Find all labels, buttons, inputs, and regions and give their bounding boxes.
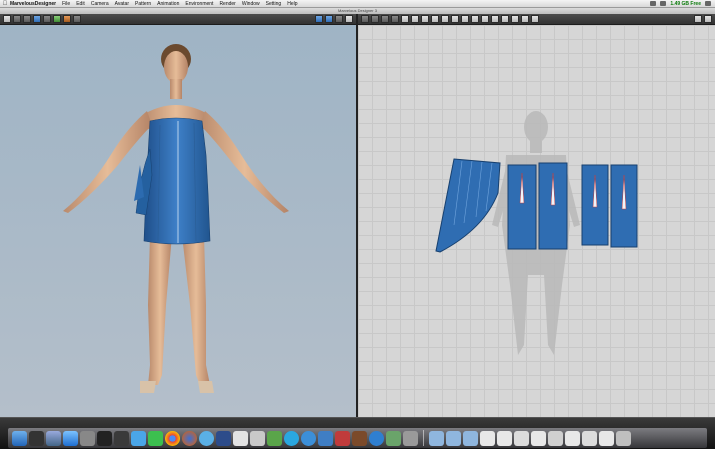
- quicktime-icon[interactable]: [369, 430, 384, 446]
- circle-icon[interactable]: [421, 15, 429, 23]
- battery-icon[interactable]: [650, 1, 657, 6]
- photo-icon[interactable]: [250, 430, 265, 446]
- pattern-scene: [435, 111, 638, 355]
- edit-point-icon[interactable]: [371, 15, 379, 23]
- tuck-icon[interactable]: [491, 15, 499, 23]
- menu-window[interactable]: Window: [242, 1, 260, 7]
- pattern-panels-icon: [435, 158, 638, 253]
- move-icon[interactable]: [13, 15, 21, 23]
- terminal-icon[interactable]: [97, 430, 112, 446]
- folder-icon[interactable]: [446, 430, 461, 446]
- record-icon[interactable]: [53, 15, 61, 23]
- toolbar-2d: [358, 14, 715, 25]
- blue-dress-icon: [134, 117, 211, 245]
- star-app-icon[interactable]: [216, 430, 231, 446]
- document-icon[interactable]: [531, 430, 546, 446]
- document-icon[interactable]: [565, 430, 580, 446]
- internal-polygon-icon[interactable]: [431, 15, 439, 23]
- mission-control-icon[interactable]: [46, 430, 61, 446]
- dart-icon[interactable]: [441, 15, 449, 23]
- avatar-scene: [63, 44, 289, 393]
- curve-point-icon[interactable]: [391, 15, 399, 23]
- skype-icon[interactable]: [284, 430, 299, 446]
- segment-sewing-icon[interactable]: [451, 15, 459, 23]
- free-sewing-icon[interactable]: [461, 15, 469, 23]
- view-mode-icon[interactable]: [335, 15, 343, 23]
- menu-help[interactable]: Help: [287, 1, 297, 7]
- preview-icon[interactable]: [233, 430, 248, 446]
- rectangle-icon[interactable]: [411, 15, 419, 23]
- system-preferences-icon[interactable]: [80, 430, 95, 446]
- menu-render[interactable]: Render: [219, 1, 235, 7]
- simulate-icon[interactable]: [33, 15, 41, 23]
- menu-app-name[interactable]: MarvelousDesigner: [10, 1, 56, 7]
- chrome-icon[interactable]: [165, 430, 180, 446]
- finder-icon[interactable]: [12, 430, 27, 446]
- fold-icon[interactable]: [73, 15, 81, 23]
- settings-gear-icon[interactable]: [345, 15, 353, 23]
- menubar-extras: 1.49 GB Free: [650, 1, 715, 7]
- safari-icon[interactable]: [301, 430, 316, 446]
- grey-app-icon[interactable]: [403, 430, 418, 446]
- menu-camera[interactable]: Camera: [91, 1, 109, 7]
- trash-icon[interactable]: [616, 430, 631, 446]
- menu-setting[interactable]: Setting: [266, 1, 282, 7]
- viewport-2d[interactable]: [358, 25, 715, 417]
- viewport-3d[interactable]: [0, 25, 356, 417]
- activity-monitor-icon[interactable]: [114, 430, 129, 446]
- polygon-icon[interactable]: [401, 15, 409, 23]
- transform-pattern-icon[interactable]: [361, 15, 369, 23]
- red-app-icon[interactable]: [335, 430, 350, 446]
- texture-edit-icon[interactable]: [511, 15, 519, 23]
- add-point-icon[interactable]: [381, 15, 389, 23]
- edit-sewing-icon[interactable]: [471, 15, 479, 23]
- firefox-icon[interactable]: [182, 430, 197, 446]
- green-app-icon[interactable]: [267, 430, 282, 446]
- dock: [0, 417, 715, 449]
- pin-icon[interactable]: [23, 15, 31, 23]
- view-avatar-icon[interactable]: [315, 15, 323, 23]
- dock-shelf: [8, 428, 707, 448]
- apple-icon[interactable]: : [0, 0, 10, 8]
- menu-environment[interactable]: Environment: [185, 1, 213, 7]
- dashboard-icon[interactable]: [29, 430, 44, 446]
- dock-separator: [423, 430, 424, 446]
- wifi-icon[interactable]: [660, 1, 667, 6]
- seam-allowance-icon[interactable]: [531, 15, 539, 23]
- memory-status: 1.49 GB Free: [670, 0, 701, 7]
- menu-avatar[interactable]: Avatar: [115, 1, 129, 7]
- document-icon[interactable]: [548, 430, 563, 446]
- blue-app-icon[interactable]: [318, 430, 333, 446]
- document-icon[interactable]: [480, 430, 495, 446]
- facetime-icon[interactable]: [148, 430, 163, 446]
- document-icon[interactable]: [514, 430, 529, 446]
- fold-arrange-icon[interactable]: [501, 15, 509, 23]
- texture-icon[interactable]: [63, 15, 71, 23]
- toolbar-3d: [0, 14, 356, 25]
- pleat-icon[interactable]: [481, 15, 489, 23]
- view-2d-icon[interactable]: [694, 15, 702, 23]
- app-store-icon[interactable]: [63, 430, 78, 446]
- document-icon[interactable]: [599, 430, 614, 446]
- menu-bar:  MarvelousDesigner File Edit Camera Ava…: [0, 0, 715, 8]
- folder-icon[interactable]: [463, 430, 478, 446]
- menu-edit[interactable]: Edit: [76, 1, 85, 7]
- panel-settings-icon[interactable]: [704, 15, 712, 23]
- tack-icon[interactable]: [43, 15, 51, 23]
- trace-icon[interactable]: [521, 15, 529, 23]
- view-garment-icon[interactable]: [325, 15, 333, 23]
- document-icon[interactable]: [582, 430, 597, 446]
- folder-icon[interactable]: [429, 430, 444, 446]
- document-icon[interactable]: [497, 430, 512, 446]
- guitar-app-icon[interactable]: [352, 430, 367, 446]
- select-mesh-icon[interactable]: [3, 15, 11, 23]
- itunes-icon[interactable]: [199, 430, 214, 446]
- maps-icon[interactable]: [386, 430, 401, 446]
- spotlight-icon[interactable]: [705, 1, 711, 6]
- menu-pattern[interactable]: Pattern: [135, 1, 151, 7]
- messages-icon[interactable]: [131, 430, 146, 446]
- menu-animation[interactable]: Animation: [157, 1, 179, 7]
- menu-file[interactable]: File: [62, 1, 70, 7]
